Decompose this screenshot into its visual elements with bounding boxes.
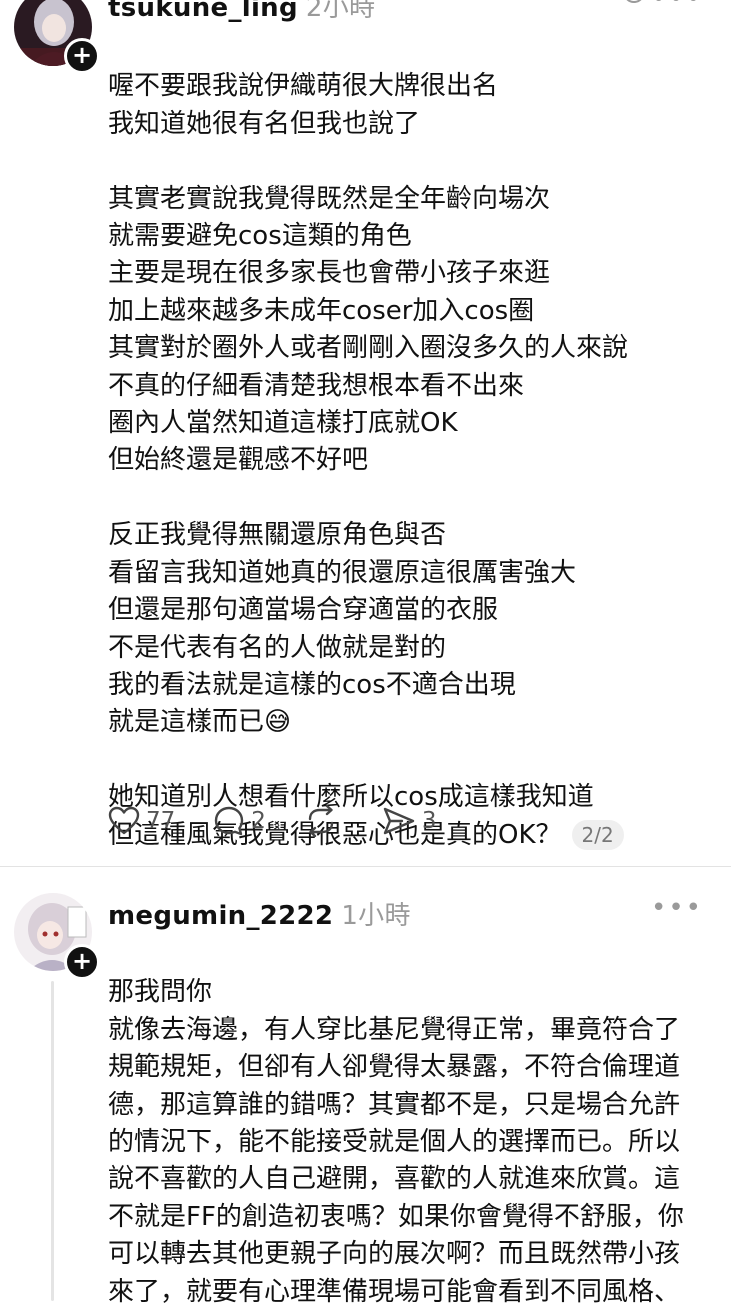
more-options-icon[interactable]: ••• — [651, 893, 703, 923]
post-time: 1小時 — [341, 901, 411, 931]
heart-icon — [108, 806, 140, 835]
post-2: + megumin_2222 1小時 ••• 那我問你 就像去海邊，有人穿比基尼覺… — [0, 867, 731, 1307]
follow-plus-button[interactable]: + — [64, 944, 100, 980]
like-button[interactable]: 77 — [108, 806, 175, 836]
share-count: 3 — [421, 808, 437, 834]
username-text[interactable]: megumin_2222 — [108, 901, 333, 931]
comment-button[interactable]: 2 — [213, 805, 266, 837]
repost-icon — [308, 805, 334, 837]
send-icon — [383, 807, 415, 835]
more-options-icon[interactable]: ••• — [651, 0, 703, 14]
page-indicator[interactable]: 2/2 — [571, 820, 624, 851]
post-body: 那我問你 就像去海邊，有人穿比基尼覺得正常，畢竟符合了 規範規矩，但卻有人卻覺得… — [108, 937, 718, 1311]
username[interactable]: tsukune_ling 2小時 — [108, 0, 375, 24]
follow-plus-button[interactable]: + — [64, 38, 100, 74]
thread-line — [51, 981, 54, 1301]
action-bar: 77 2 3 — [108, 805, 475, 837]
repost-icon-top[interactable] — [620, 0, 648, 14]
repost-button[interactable] — [304, 805, 344, 837]
comment-icon — [215, 806, 244, 836]
post-body-text: 喔不要跟我說伊織萌很大牌很出名 我知道她很有名但我也說了 其實老實說我覺得既然是… — [108, 71, 629, 850]
username-text[interactable]: tsukune_ling — [108, 0, 298, 23]
post-time: 2小時 — [305, 0, 376, 23]
post-body-text: 那我問你 就像去海邊，有人穿比基尼覺得正常，畢竟符合了 規範規矩，但卻有人卻覺得… — [108, 977, 684, 1307]
username[interactable]: megumin_2222 1小時 — [108, 895, 411, 932]
post-body: 喔不要跟我說伊織萌很大牌很出名 我知道她很有名但我也說了 其實老實說我覺得既然是… — [108, 31, 708, 854]
post-1: + tsukune_ling 2小時 ••• 喔不要跟我說伊織萌很大牌很出名 我知… — [0, 0, 731, 866]
share-button[interactable]: 3 — [382, 806, 437, 836]
comment-count: 2 — [251, 808, 266, 834]
like-count: 77 — [146, 808, 176, 834]
